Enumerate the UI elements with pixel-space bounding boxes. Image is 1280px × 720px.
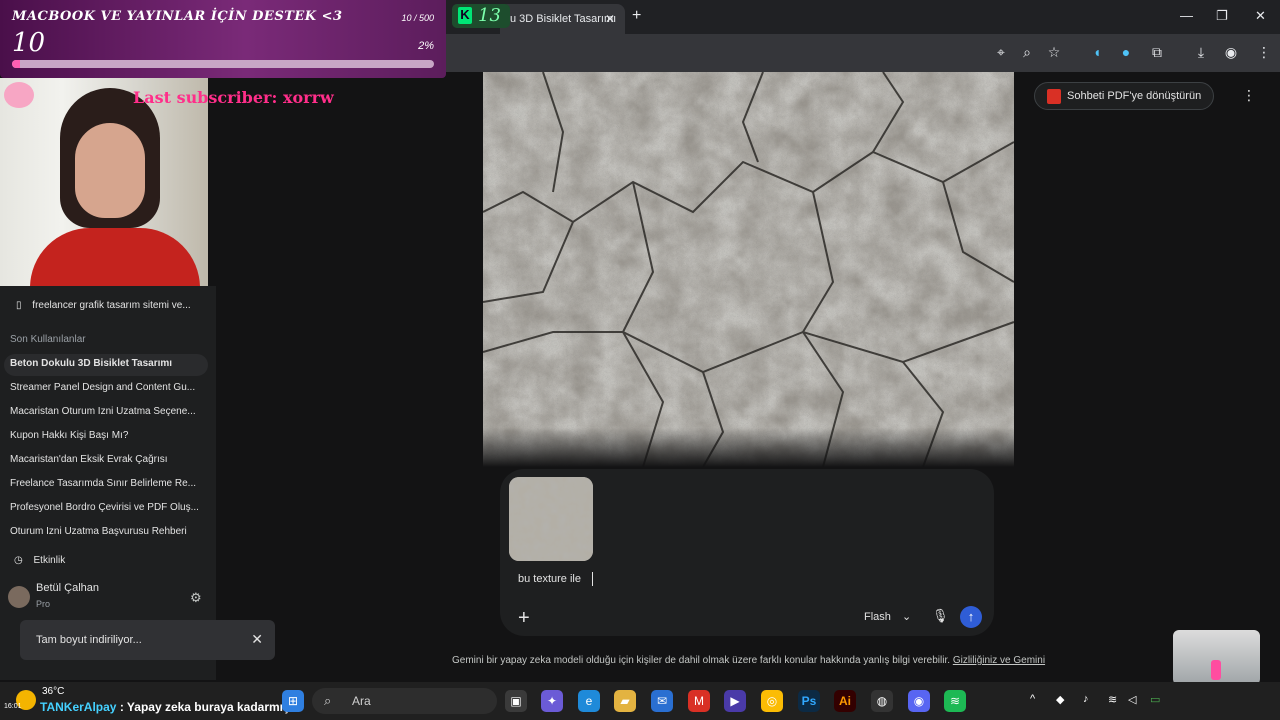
location-icon[interactable]: ⌖ (992, 44, 1010, 61)
restore-icon[interactable]: ❐ (1216, 8, 1228, 24)
menu-icon[interactable]: ⋮ (1255, 44, 1273, 61)
donation-progress-bar (12, 60, 434, 68)
download-icon[interactable]: ⤓ (1192, 44, 1210, 61)
chat-text: : Yapay zeka buraya kadarmış (119, 700, 290, 714)
tray-gamepad-icon[interactable]: ◆ (1056, 693, 1064, 706)
profile-avatar[interactable]: ◉ (1222, 44, 1240, 61)
spotify-icon[interactable]: ≋ (944, 690, 966, 712)
recent-item[interactable]: Macaristan Oturum İzni Uzatma Seçene... (10, 406, 206, 417)
obs-icon[interactable]: ◍ (871, 690, 893, 712)
task-view-icon[interactable]: ▣ (505, 690, 527, 712)
gmail-icon[interactable]: M (688, 690, 710, 712)
viewer-count: 13 (478, 5, 501, 26)
kirby-icon (4, 82, 34, 108)
cup-sticker (1173, 630, 1260, 685)
generated-texture-image (483, 72, 1014, 467)
battery-icon[interactable]: ▭ (1150, 693, 1160, 706)
new-tab-icon[interactable]: + (632, 7, 641, 25)
settings-gear-icon[interactable]: ⚙ (190, 590, 202, 606)
activity-label: Etkinlik (33, 555, 66, 566)
translate-icon[interactable]: ◖ (1088, 44, 1106, 60)
disclaimer: Gemini bir yapay zeka modeli olduğu için… (452, 655, 1045, 666)
recent-heading: Son Kullanılanlar (10, 334, 86, 345)
photoshop-icon[interactable]: Ps (798, 690, 820, 712)
donation-amount: 10 (12, 28, 46, 58)
gem-item[interactable]: ▯ freelancer grafik tasarım sitemi ve... (16, 300, 212, 311)
tray-mic-icon[interactable]: ♪ (1083, 693, 1089, 705)
donation-count: 10 / 500 (401, 13, 434, 23)
kick-viewer-counter: K 13 (452, 4, 510, 28)
recent-item[interactable]: Beton Dokulu 3D Bisiklet Tasarımı (10, 358, 206, 369)
add-attachment-icon[interactable]: + (518, 607, 530, 630)
recent-item[interactable]: Freelance Tasarımda Sınır Belirleme Re..… (10, 478, 206, 489)
history-icon: ◷ (14, 555, 23, 566)
convert-pdf-button[interactable]: Sohbeti PDF'ye dönüştürün (1034, 82, 1214, 110)
disclaimer-text: Gemini bir yapay zeka modeli olduğu için… (452, 655, 951, 666)
recent-item[interactable]: Kupon Hakkı Kişi Başı Mı? (10, 430, 206, 441)
taskbar-search[interactable]: ⌕ Ara (312, 688, 497, 714)
user-name: Betül Çalhan (36, 582, 99, 594)
kick-logo-icon: K (458, 7, 472, 24)
gem-item-label: freelancer grafik tasarım sitemi ve... (32, 300, 191, 311)
chevron-down-icon: ⌄ (901, 611, 912, 623)
donation-percent: 2% (418, 40, 434, 52)
send-button[interactable]: ↑ (960, 606, 982, 628)
app-icon[interactable]: ▶ (724, 690, 746, 712)
attached-image-thumbnail[interactable] (509, 477, 593, 561)
shazam-icon[interactable]: ● (1117, 44, 1135, 60)
user-plan: Pro (36, 599, 51, 609)
text-caret (592, 572, 593, 586)
file-explorer-icon[interactable]: ▰ (614, 690, 636, 712)
last-subscriber-label: Last subscriber: xorrw (133, 88, 334, 107)
model-selector[interactable]: Flash ⌄ (864, 610, 911, 623)
avatar[interactable] (8, 586, 30, 608)
document-icon: ▯ (16, 300, 22, 311)
tab-active[interactable]: u 3D Bisiklet Tasarımı ✕ (500, 4, 625, 34)
donation-progress-fill (12, 60, 21, 68)
copilot-icon[interactable]: ✦ (541, 690, 563, 712)
windows-start-icon[interactable]: ⊞ (282, 690, 304, 712)
chrome-icon[interactable]: ◎ (761, 690, 783, 712)
stream-chat-message: TANKerAlpay : Yapay zeka buraya kadarmış (40, 700, 290, 714)
model-label: Flash (864, 611, 891, 623)
close-window-icon[interactable]: ✕ (1255, 8, 1266, 24)
discord-icon[interactable]: ◉ (908, 690, 930, 712)
recent-item[interactable]: Profesyonel Bordro Çevirisi ve PDF Oluş.… (10, 502, 206, 513)
minimize-icon[interactable]: — (1180, 8, 1193, 23)
close-tab-icon[interactable]: ✕ (605, 12, 615, 26)
recent-item[interactable]: Macaristan'dan Eksik Evrak Çağrısı (10, 454, 206, 465)
weather-temperature[interactable]: 36°C (42, 686, 64, 697)
download-toast: Tam boyut indiriliyor... ✕ (20, 620, 275, 660)
pdf-icon (1047, 89, 1061, 104)
recent-item[interactable]: Streamer Panel Design and Content Gu... (10, 382, 206, 393)
extensions-icon[interactable]: ⧉ (1148, 44, 1166, 61)
prompt-text[interactable]: bu texture ile (518, 573, 581, 585)
wifi-icon[interactable]: ≋ (1108, 693, 1117, 706)
illustrator-icon[interactable]: Ai (834, 690, 856, 712)
convert-pdf-label: Sohbeti PDF'ye dönüştürün (1067, 90, 1202, 102)
tray-chevron-icon[interactable]: ^ (1030, 693, 1035, 705)
donation-goal-widget: MACBOOK VE YAYINLAR İÇİN DESTEK <3 10 / … (0, 0, 446, 78)
outlook-icon[interactable]: ✉ (651, 690, 673, 712)
search-label: Ara (352, 694, 371, 708)
microphone-icon[interactable]: 🎙 (932, 608, 949, 624)
zoom-icon[interactable]: ⌕ (1018, 44, 1036, 61)
activity-item[interactable]: ◷ Etkinlik (14, 555, 210, 566)
donation-title: MACBOOK VE YAYINLAR İÇİN DESTEK <3 (12, 9, 343, 24)
close-icon[interactable]: ✕ (251, 631, 263, 648)
search-icon: ⌕ (324, 693, 332, 708)
privacy-link[interactable]: Gizliliğiniz ve Gemini (953, 655, 1045, 666)
more-options-icon[interactable]: ⋮ (1242, 87, 1256, 104)
toast-text: Tam boyut indiriliyor... (36, 634, 142, 646)
chat-nick: TANKerAlpay (40, 700, 117, 714)
star-icon[interactable]: ☆ (1045, 44, 1063, 61)
edge-icon[interactable]: e (578, 690, 600, 712)
volume-icon[interactable]: ◁ (1128, 693, 1136, 706)
webcam-feed (0, 78, 208, 286)
tab-title: u 3D Bisiklet Tasarımı (510, 13, 617, 25)
clock-left: 16:01 (4, 703, 22, 710)
recent-item[interactable]: Oturum İzni Uzatma Başvurusu Rehberi (10, 526, 206, 537)
